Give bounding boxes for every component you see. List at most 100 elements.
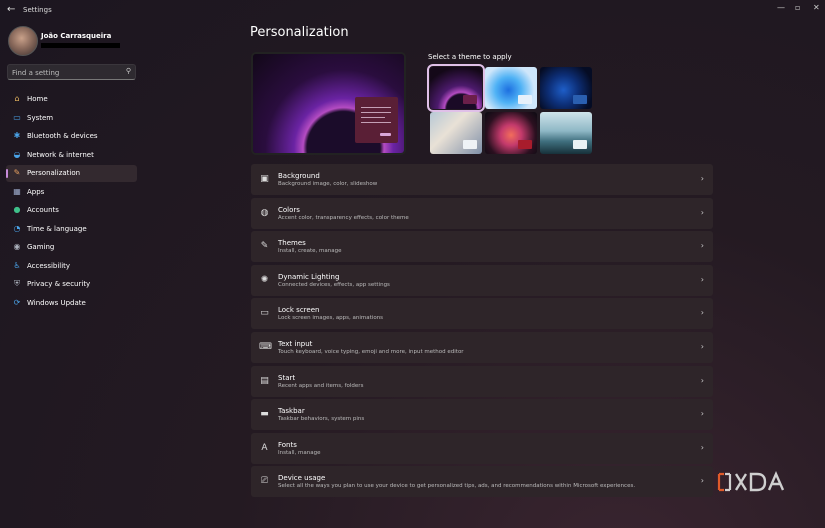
title-bar: ← Settings — ▫ ✕ (0, 0, 825, 22)
row-subtitle: Accent color, transparency effects, colo… (278, 214, 409, 221)
brush-icon: ✎ (13, 168, 21, 177)
settings-row-start[interactable]: ▤ Start Recent apps and items, folders › (251, 365, 713, 397)
sidebar-item-label: Network & internet (27, 150, 94, 159)
row-title: Colors (278, 205, 300, 214)
row-subtitle: Select all the ways you plan to use your… (278, 483, 636, 490)
shield-icon: ⛨ (14, 279, 20, 288)
user-name: João Carrasqueira (41, 32, 112, 40)
row-subtitle: Recent apps and items, folders (278, 382, 364, 389)
close-button[interactable]: ✕ (813, 3, 820, 12)
row-title: Taskbar (278, 407, 305, 416)
settings-row-taskbar[interactable]: ▬ Taskbar Taskbar behaviors, system pins › (251, 399, 713, 431)
pen-icon: ✎ (260, 241, 269, 252)
settings-row-text-input[interactable]: ⌨ Text input Touch keyboard, voice typing,… (251, 332, 713, 363)
chevron-right-icon: › (700, 476, 704, 486)
settings-row-lock-screen[interactable]: ▭ Lock screen Lock screen images, apps, an… (251, 298, 713, 330)
sidebar-item-personalization[interactable]: ✎ Personalization (6, 165, 137, 182)
back-arrow-icon[interactable]: ← (7, 4, 15, 15)
chevron-right-icon: › (700, 207, 704, 217)
sidebar-item-label: Time & language (27, 224, 87, 233)
accessibility-icon: ♿ (13, 260, 21, 270)
settings-row-colors[interactable]: ◍ Colors Accent color, transparency effect… (251, 197, 713, 229)
theme-thumbnail-5[interactable] (485, 112, 537, 154)
preview-window (355, 97, 398, 143)
active-indicator (6, 169, 8, 178)
start-icon: ▤ (260, 375, 269, 386)
search-icon[interactable]: ⚲ (126, 67, 131, 75)
sidebar-item-gaming[interactable]: ◉ Gaming (6, 239, 137, 256)
page-title: Personalization (250, 25, 349, 40)
lock-screen-icon: ▭ (260, 308, 269, 319)
row-subtitle: Install, manage (278, 449, 321, 456)
chevron-right-icon: › (700, 308, 704, 318)
sidebar-item-system[interactable]: ▭ System (6, 110, 137, 127)
bluetooth-icon: ✱ (13, 131, 21, 140)
xda-logo (717, 471, 785, 492)
settings-row-fonts[interactable]: A Fonts Install, manage › (251, 432, 713, 464)
chevron-right-icon: › (700, 274, 704, 284)
theme-thumbnail-1[interactable] (427, 64, 485, 112)
theme-preview (251, 52, 406, 155)
chevron-right-icon: › (700, 375, 704, 385)
wifi-icon: ◒ (13, 149, 21, 159)
row-title: Fonts (278, 440, 297, 449)
sidebar-item-label: Gaming (27, 243, 55, 251)
sidebar-item-accounts[interactable]: ● Accounts (6, 202, 137, 219)
update-icon: ⟳ (13, 297, 21, 307)
minimize-button[interactable]: — (777, 3, 785, 12)
row-title: Text input (278, 340, 313, 348)
window-title: Settings (23, 6, 52, 14)
chevron-right-icon: › (700, 342, 704, 351)
search-input[interactable] (12, 67, 122, 78)
chevron-right-icon: › (700, 174, 704, 183)
sidebar-item-label: Apps (27, 187, 45, 196)
picture-icon: ▣ (260, 174, 269, 184)
row-title: Lock screen (278, 306, 320, 315)
row-title: Start (278, 373, 296, 382)
palette-icon: ◍ (260, 207, 269, 218)
sidebar-item-label: Privacy & security (27, 280, 91, 288)
sidebar-item-privacy-security[interactable]: ⛨ Privacy & security (6, 276, 137, 293)
sidebar-item-label: Personalization (27, 169, 81, 177)
settings-row-dynamic-lighting[interactable]: ✺ Dynamic Lighting Connected devices, effe… (251, 264, 713, 296)
theme-thumbnail-2[interactable] (485, 67, 537, 109)
sidebar-item-label: Accessibility (27, 261, 71, 270)
device-usage-icon: ⎚ (260, 476, 269, 487)
sidebar-item-windows-update[interactable]: ⟳ Windows Update (6, 295, 137, 312)
row-subtitle: Background image, color, slideshow (278, 181, 378, 187)
sun-icon: ✺ (260, 274, 269, 285)
sidebar-item-bluetooth-devices[interactable]: ✱ Bluetooth & devices (6, 128, 137, 145)
search-box[interactable]: ⚲ (7, 64, 136, 80)
controller-icon: ◉ (13, 242, 21, 251)
avatar[interactable] (8, 26, 38, 56)
sidebar-item-apps[interactable]: ▦ Apps (6, 184, 137, 201)
sidebar-item-label: Home (27, 95, 48, 103)
globe-clock-icon: ◔ (13, 223, 21, 233)
keyboard-icon: ⌨ (259, 342, 272, 352)
person-icon: ● (13, 205, 21, 214)
row-subtitle: Connected devices, effects, app settings (278, 281, 390, 288)
sidebar-item-home[interactable]: ⌂ Home (6, 91, 137, 108)
theme-thumbnail-4[interactable] (430, 112, 482, 154)
monitor-icon: ▭ (13, 112, 21, 122)
home-icon: ⌂ (14, 94, 20, 103)
chevron-right-icon: › (700, 442, 704, 452)
settings-row-themes[interactable]: ✎ Themes Install, create, manage › (251, 231, 713, 263)
chevron-right-icon: › (700, 241, 704, 251)
row-subtitle: Taskbar behaviors, system pins (278, 416, 365, 423)
settings-row-device-usage[interactable]: ⎚ Device usage Select all the ways you pla… (251, 466, 713, 498)
chevron-right-icon: › (700, 409, 704, 419)
sidebar-item-network-internet[interactable]: ◒ Network & internet (6, 147, 137, 164)
sidebar-item-time-language[interactable]: ◔ Time & language (6, 221, 137, 238)
sidebar-item-label: Bluetooth & devices (27, 132, 98, 140)
row-subtitle: Install, create, manage (278, 248, 342, 255)
row-title: Dynamic Lighting (278, 272, 340, 281)
theme-thumbnail-3[interactable] (540, 67, 592, 109)
sidebar-item-label: Windows Update (27, 298, 86, 307)
sidebar-item-accessibility[interactable]: ♿ Accessibility (6, 258, 137, 275)
redacted-email-bar (41, 43, 120, 48)
maximize-button[interactable]: ▫ (795, 3, 800, 12)
theme-thumbnail-6[interactable] (540, 112, 592, 154)
apps-icon: ▦ (13, 186, 21, 196)
settings-row-background[interactable]: ▣ Background Background image, color, slid… (251, 164, 713, 195)
